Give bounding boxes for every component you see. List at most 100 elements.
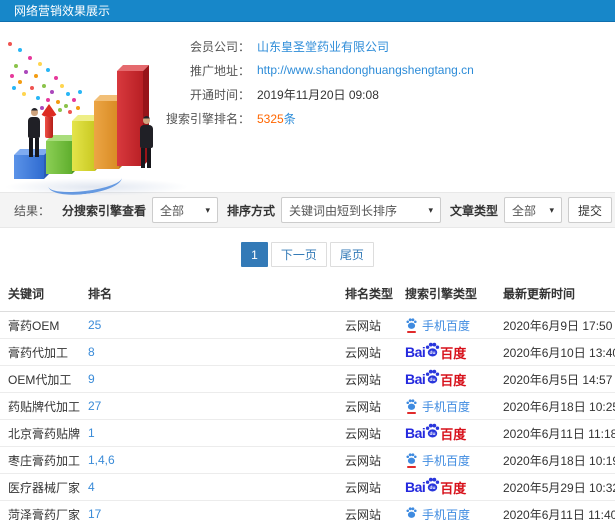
open-time-row: 开通时间： 2019年11月20日 09:08 <box>100 86 474 102</box>
baidu-paw-icon: du <box>426 342 440 356</box>
cell-rank-type: 云网站 <box>337 365 397 393</box>
baidu-pc-baidu: 百度 <box>440 426 467 442</box>
column-header-updated: 最新更新时间 <box>495 277 615 312</box>
promotion-url-link[interactable]: http://www.shandonghuangshengtang.cn <box>257 63 474 77</box>
baidu-red-underline <box>407 412 416 414</box>
rank-unit: 条 <box>283 111 296 126</box>
type-filter-select[interactable]: 全部 ▾ <box>504 197 562 223</box>
baidu-pc-bai: Bai <box>405 344 426 360</box>
cell-updated: 2020年6月18日 10:25 <box>495 392 615 420</box>
table-row: 膏药代加工 8 云网站 Bai du 百度 2020年6月10日 13:40 <box>0 338 615 366</box>
baidu-pc-bai: Bai <box>405 425 426 441</box>
member-info-section: 会员公司： 山东皇圣堂药业有限公司 推广地址： http://www.shand… <box>0 22 615 199</box>
bar-chart-bar-blue <box>14 155 44 179</box>
cell-updated: 2020年6月10日 13:40 <box>495 338 615 366</box>
cell-updated: 2020年6月11日 11:40 <box>495 500 615 520</box>
table-row: 膏药OEM 25 云网站 手机百度 2020年6月9日 17:50 <box>0 311 615 339</box>
baidu-pc-logo: Bai du 百度 <box>405 369 467 389</box>
marketing-report-page: 网络营销效果展示 会员公司： 山东皇圣堂药业有限公司 推广地址： http://… <box>0 0 615 520</box>
open-time-value: 2019年11月20日 09:08 <box>257 87 379 102</box>
baidu-paw-icon: du <box>426 423 440 437</box>
cell-rank-type: 云网站 <box>337 392 397 420</box>
filter-controls: 分搜索引擎查看 全部 ▾ 排序方式 关键词由短到长排序 ▾ 文章类型 全部 ▾ … <box>59 197 615 223</box>
baidu-mobile-label: 手机百度 <box>422 507 471 520</box>
member-company-link[interactable]: 山东皇圣堂药业有限公司 <box>257 38 389 55</box>
cell-rank[interactable]: 8 <box>80 338 337 366</box>
baidu-mobile-logo: 手机百度 <box>405 452 470 469</box>
member-info-list: 会员公司： 山东皇圣堂药业有限公司 推广地址： http://www.shand… <box>100 38 474 134</box>
baidu-mobile-label: 手机百度 <box>422 453 471 468</box>
cell-rank[interactable]: 1 <box>80 419 337 447</box>
cell-rank[interactable]: 1,4,6 <box>80 446 337 474</box>
table-row: 菏泽膏药厂家 17 云网站 手机百度 2020年6月11日 11:40 <box>0 500 615 520</box>
baidu-pc-bai: Bai <box>405 479 426 495</box>
cell-rank[interactable]: 17 <box>80 500 337 520</box>
confetti-dots <box>8 42 12 46</box>
cell-engine-type: 手机百度 <box>397 311 495 339</box>
baidu-mobile-logo: 手机百度 <box>405 317 470 334</box>
submit-button[interactable]: 提交 <box>568 197 612 223</box>
filter-bar: 结果： 分搜索引擎查看 全部 ▾ 排序方式 关键词由短到长排序 ▾ 文章类型 全… <box>0 192 615 228</box>
cell-updated: 2020年6月9日 17:50 <box>495 311 615 339</box>
rank-count: 5325 <box>257 111 284 126</box>
sort-filter-value: 关键词由短到长排序 <box>288 203 397 218</box>
cell-rank-type: 云网站 <box>337 446 397 474</box>
baidu-pc-baidu: 百度 <box>440 372 467 388</box>
cell-engine-type: Bai du 百度 <box>397 419 495 447</box>
baidu-mobile-label: 手机百度 <box>422 318 471 333</box>
column-header-rank: 排名 <box>80 277 337 312</box>
baidu-pc-logo: Bai du 百度 <box>405 423 467 443</box>
cell-rank-type: 云网站 <box>337 311 397 339</box>
cell-engine-type: Bai du 百度 <box>397 338 495 366</box>
sort-filter-label: 排序方式 <box>226 203 275 218</box>
cell-keyword: 北京膏药贴牌 <box>0 419 80 447</box>
cell-rank[interactable]: 4 <box>80 473 337 501</box>
cell-engine-type: 手机百度 <box>397 500 495 520</box>
column-header-engine-type: 搜索引擎类型 <box>397 277 495 312</box>
cell-rank-type: 云网站 <box>337 500 397 520</box>
open-time-label: 开通时间： <box>189 87 250 102</box>
type-filter-value: 全部 <box>512 203 537 218</box>
baidu-pc-logo: Bai du 百度 <box>405 477 466 497</box>
cell-updated: 2020年5月29日 10:32 <box>495 473 615 501</box>
sort-filter-select[interactable]: 关键词由短到长排序 ▾ <box>280 197 441 223</box>
bar-chart-bar-green <box>46 141 72 174</box>
last-page-button[interactable]: 尾页 <box>329 242 374 267</box>
result-label: 结果： <box>14 203 51 218</box>
chevron-down-icon: ▾ <box>205 204 210 215</box>
engine-filter-select[interactable]: 全部 ▾ <box>151 197 218 223</box>
table-row: 药贴牌代加工 27 云网站 手机百度 2020年6月18日 10:25 <box>0 392 615 420</box>
baidu-pc-baidu: 百度 <box>440 345 467 361</box>
cell-updated: 2020年6月18日 10:19 <box>495 446 615 474</box>
cell-rank[interactable]: 9 <box>80 365 337 393</box>
cell-rank[interactable]: 27 <box>80 392 337 420</box>
cell-updated: 2020年6月11日 11:18 <box>495 419 615 447</box>
cell-rank-type: 云网站 <box>337 419 397 447</box>
cell-keyword: 菏泽膏药厂家 <box>0 500 80 520</box>
table-row: OEM代加工 9 云网站 Bai du 百度 2020年6月5日 14:57 <box>0 365 615 393</box>
page-number-current[interactable]: 1 <box>241 242 268 267</box>
member-company-label: 会员公司： <box>189 39 250 54</box>
svg-text:du: du <box>430 431 436 437</box>
member-company-row: 会员公司： 山东皇圣堂药业有限公司 <box>100 38 474 54</box>
svg-text:du: du <box>430 350 436 356</box>
promotion-url-label: 推广地址： <box>189 63 250 78</box>
baidu-mobile-logo: 手机百度 <box>405 506 470 520</box>
table-header-row: 关键词 排名 排名类型 搜索引擎类型 最新更新时间 <box>0 277 615 312</box>
results-table: 关键词 排名 排名类型 搜索引擎类型 最新更新时间 膏药OEM 25 云网站 手… <box>0 277 615 520</box>
cell-keyword: OEM代加工 <box>0 365 80 393</box>
table-row: 医疗器械厂家 4 云网站 Bai du 百度 2020年5月29日 10:32 <box>0 473 615 501</box>
page-title: 网络营销效果展示 <box>14 4 111 18</box>
cell-rank-type: 云网站 <box>337 473 397 501</box>
next-page-button[interactable]: 下一页 <box>270 242 327 267</box>
engine-rank-row: 搜索引擎排名： 5325条 <box>100 110 474 126</box>
baidu-paw-icon <box>405 398 418 414</box>
baidu-paw-icon: du <box>426 477 440 491</box>
baidu-paw-icon <box>405 452 418 468</box>
cell-engine-type: 手机百度 <box>397 446 495 474</box>
engine-rank-value: 5325条 <box>257 110 296 127</box>
cell-engine-type: Bai du 百度 <box>397 365 495 393</box>
page-header-bar: 网络营销效果展示 <box>0 0 615 22</box>
cell-rank[interactable]: 25 <box>80 311 337 339</box>
cell-keyword: 医疗器械厂家 <box>0 473 80 501</box>
